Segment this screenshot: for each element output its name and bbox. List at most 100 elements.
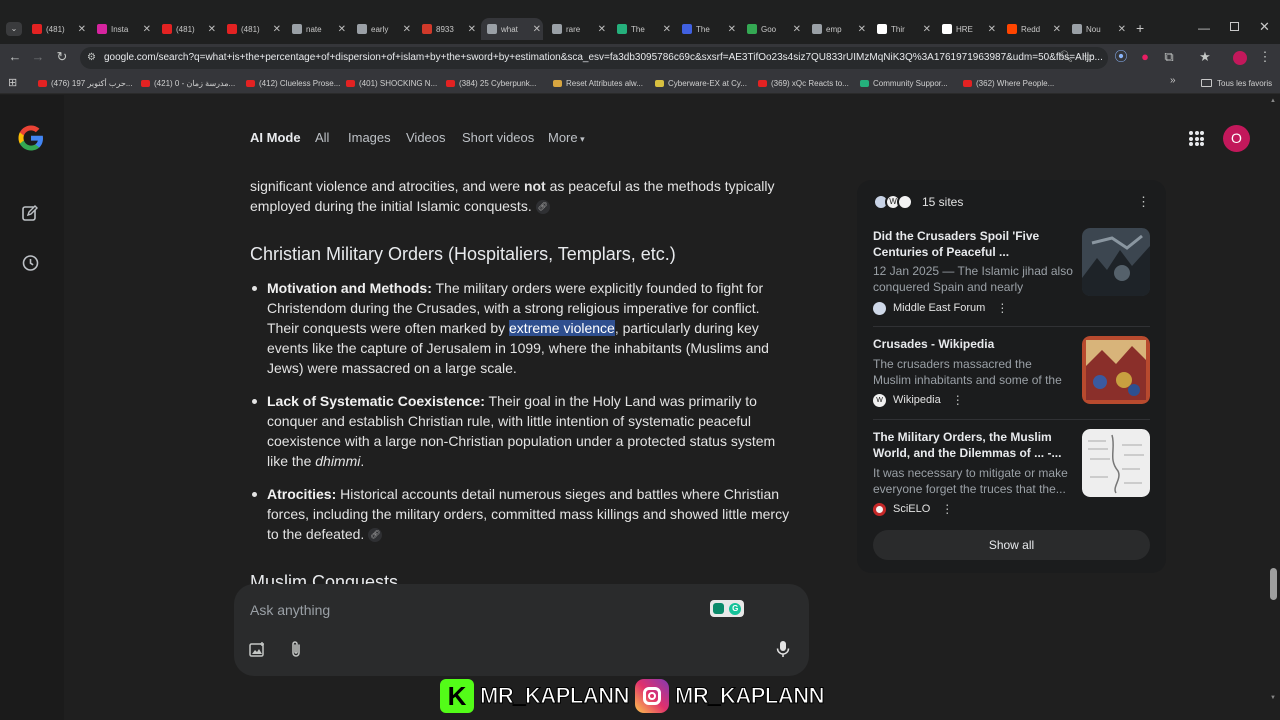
- browser-tab[interactable]: HRE ✕: [936, 18, 998, 40]
- sources-count[interactable]: 15 sites: [922, 195, 963, 209]
- bookmark-item[interactable]: Reset Attributes alw...: [553, 76, 653, 90]
- tab-more[interactable]: More: [548, 130, 585, 145]
- restore-button[interactable]: [1230, 22, 1239, 31]
- tab-close-icon[interactable]: ✕: [403, 24, 411, 35]
- tab-close-icon[interactable]: ✕: [468, 24, 476, 35]
- attach-icon[interactable]: [288, 640, 304, 658]
- source-title[interactable]: Did the Crusaders Spoil 'Five Centuries …: [873, 228, 1073, 260]
- browser-tab[interactable]: what ✕: [481, 18, 543, 40]
- tab-close-icon[interactable]: ✕: [923, 24, 931, 35]
- tab-close-icon[interactable]: ✕: [728, 24, 736, 35]
- scrollbar-thumb[interactable]: [1270, 568, 1277, 600]
- tab-close-icon[interactable]: ✕: [988, 24, 996, 35]
- browser-tab[interactable]: Nou ✕: [1066, 18, 1128, 40]
- close-window-button[interactable]: ✕: [1259, 19, 1270, 35]
- bookmark-item[interactable]: Community Suppor...: [860, 76, 960, 90]
- extension-icon[interactable]: ⦿: [1112, 48, 1130, 66]
- tab-close-icon[interactable]: ✕: [338, 24, 346, 35]
- site-info-icon[interactable]: ⚙: [87, 47, 96, 69]
- tab-close-icon[interactable]: ✕: [1053, 24, 1061, 35]
- browser-tab[interactable]: (481) ✕: [26, 18, 88, 40]
- back-icon[interactable]: ←: [6, 48, 24, 66]
- more-options-icon[interactable]: ⋮: [941, 502, 953, 516]
- tab-search-button[interactable]: ⌄: [6, 22, 22, 36]
- more-options-icon[interactable]: ⋮: [996, 301, 1008, 315]
- source-site[interactable]: SciELO ⋮: [873, 502, 953, 516]
- browser-tab[interactable]: nate ✕: [286, 18, 348, 40]
- bookmark-item[interactable]: (476) حرب أكتوبر 197...: [38, 76, 138, 90]
- browser-tab[interactable]: Goo ✕: [741, 18, 803, 40]
- scrollbar-track[interactable]: [1268, 97, 1278, 707]
- tab-close-icon[interactable]: ✕: [143, 24, 151, 35]
- tab-close-icon[interactable]: ✕: [273, 24, 281, 35]
- browser-tab[interactable]: rare ✕: [546, 18, 608, 40]
- source-title[interactable]: The Military Orders, the Muslim World, a…: [873, 429, 1073, 461]
- grammarly-icon[interactable]: G: [710, 600, 744, 617]
- bookmark-star-icon[interactable]: ☆: [1079, 48, 1097, 66]
- bookmark-item[interactable]: (421) مدرسة زمان - 0...: [141, 76, 241, 90]
- forward-icon[interactable]: →: [29, 48, 47, 66]
- profile-avatar[interactable]: [1233, 51, 1247, 65]
- browser-tab[interactable]: (481) ✕: [221, 18, 283, 40]
- tab-close-icon[interactable]: ✕: [533, 24, 541, 35]
- tab-close-icon[interactable]: ✕: [598, 24, 606, 35]
- tab-videos[interactable]: Videos: [406, 130, 446, 145]
- minimize-button[interactable]: —: [1198, 21, 1210, 35]
- bookmark-item[interactable]: (369) xQc Reacts to...: [758, 76, 858, 90]
- source-site[interactable]: W Wikipedia ⋮: [873, 393, 964, 407]
- microphone-icon[interactable]: [775, 640, 791, 658]
- bookmark-item[interactable]: (412) Clueless Prose...: [246, 76, 346, 90]
- extensions-puzzle-icon[interactable]: ⧉: [1160, 48, 1178, 66]
- browser-tab[interactable]: 8933 ✕: [416, 18, 478, 40]
- zoom-icon[interactable]: 🔍︎: [1057, 48, 1075, 66]
- tab-short-videos[interactable]: Short videos: [462, 130, 534, 145]
- tab-close-icon[interactable]: ✕: [208, 24, 216, 35]
- scroll-up-arrow[interactable]: ▲: [1270, 98, 1276, 104]
- link-icon[interactable]: 🔗︎: [368, 528, 383, 543]
- browser-menu-icon[interactable]: ⋮: [1256, 48, 1274, 66]
- tab-close-icon[interactable]: ✕: [793, 24, 801, 35]
- browser-tab[interactable]: The ✕: [611, 18, 673, 40]
- browser-tab[interactable]: Redd ✕: [1001, 18, 1063, 40]
- bookmarks-overflow-icon[interactable]: »: [1170, 75, 1176, 86]
- ask-input[interactable]: [250, 600, 670, 620]
- show-all-button[interactable]: Show all: [873, 530, 1150, 560]
- source-thumbnail[interactable]: [1082, 228, 1150, 296]
- more-options-icon[interactable]: ⋮: [952, 393, 964, 407]
- browser-tab[interactable]: emp ✕: [806, 18, 868, 40]
- tab-close-icon[interactable]: ✕: [858, 24, 866, 35]
- sources-menu-icon[interactable]: ⋮: [1137, 194, 1150, 210]
- source-site[interactable]: Middle East Forum ⋮: [873, 301, 1008, 315]
- apps-grid-icon[interactable]: ⊞: [8, 76, 17, 89]
- link-icon[interactable]: 🔗︎: [535, 200, 550, 215]
- browser-tab[interactable]: The ✕: [676, 18, 738, 40]
- source-thumbnail[interactable]: [1082, 429, 1150, 497]
- tab-close-icon[interactable]: ✕: [663, 24, 671, 35]
- extension-icon-2[interactable]: ●: [1136, 48, 1154, 66]
- browser-tab[interactable]: Insta ✕: [91, 18, 153, 40]
- bookmarks-menu-icon[interactable]: ★: [1196, 48, 1214, 66]
- bookmark-item[interactable]: (362) Where People...: [963, 76, 1063, 90]
- image-upload-icon[interactable]: [248, 641, 266, 659]
- account-avatar[interactable]: O: [1223, 125, 1250, 152]
- new-thread-icon[interactable]: [21, 204, 39, 222]
- tab-close-icon[interactable]: ✕: [1118, 24, 1126, 35]
- source-title[interactable]: Crusades - Wikipedia: [873, 336, 1073, 352]
- tab-close-icon[interactable]: ✕: [78, 24, 86, 35]
- reload-icon[interactable]: ↻: [53, 48, 71, 66]
- source-thumbnail[interactable]: [1082, 336, 1150, 404]
- bookmark-item[interactable]: Cyberware-EX at Cy...: [655, 76, 755, 90]
- google-apps-icon[interactable]: [1189, 131, 1204, 146]
- browser-tab[interactable]: early ✕: [351, 18, 413, 40]
- tab-ai-mode[interactable]: AI Mode: [250, 130, 301, 145]
- browser-tab[interactable]: (481) ✕: [156, 18, 218, 40]
- new-tab-button[interactable]: +: [1136, 20, 1144, 36]
- google-logo[interactable]: [16, 123, 46, 153]
- address-bar[interactable]: ⚙ google.com/search?q=what+is+the+percen…: [80, 47, 1108, 69]
- tab-all[interactable]: All: [315, 130, 329, 145]
- bookmark-item[interactable]: (401) SHOCKING N...: [346, 76, 446, 90]
- history-icon[interactable]: [21, 254, 39, 272]
- scroll-down-arrow[interactable]: ▼: [1270, 695, 1276, 701]
- browser-tab[interactable]: Thir ✕: [871, 18, 933, 40]
- bookmark-item[interactable]: (384) 25 Cyberpunk...: [446, 76, 546, 90]
